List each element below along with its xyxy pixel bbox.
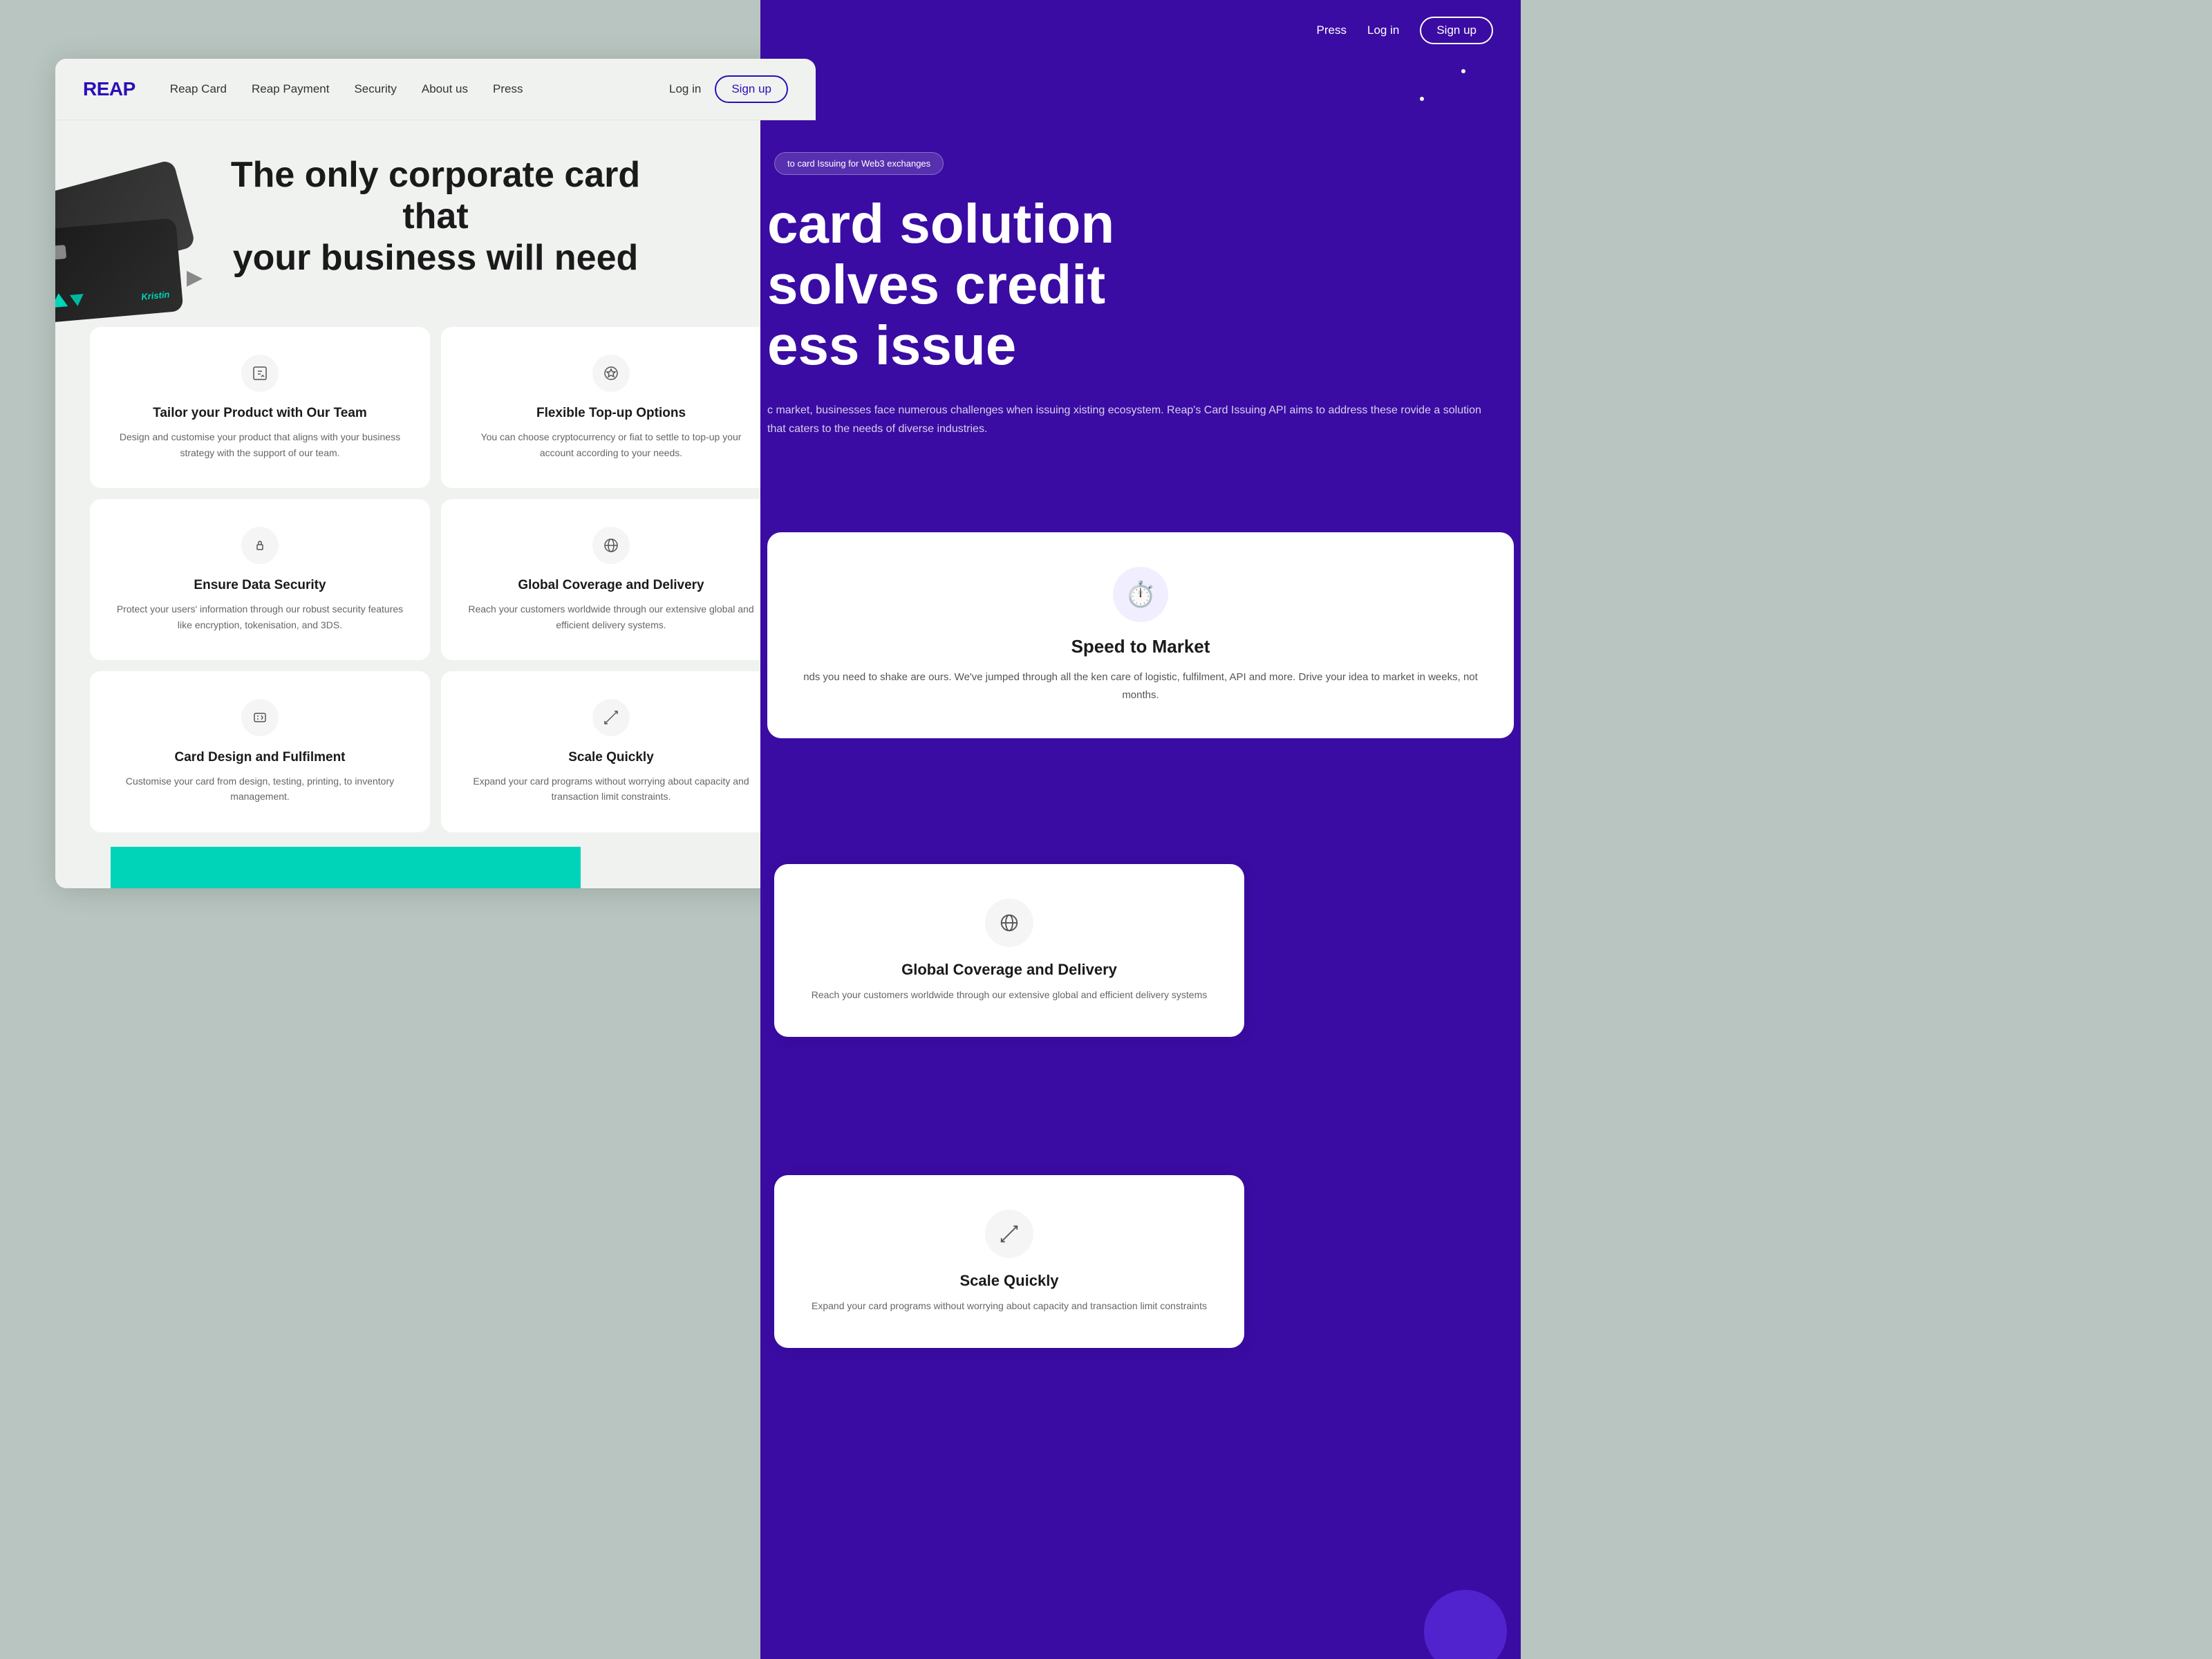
signup-button[interactable]: Sign up: [715, 75, 788, 103]
scale-quickly-card: Scale Quickly Expand your card programs …: [774, 1175, 1244, 1348]
card-logo-triangle-2: [70, 294, 84, 307]
card-logo: [55, 291, 84, 308]
nav-about-us[interactable]: About us: [422, 82, 468, 96]
feature-grid: Tailor your Product with Our Team Design…: [55, 327, 816, 859]
tailor-title: Tailor your Product with Our Team: [153, 406, 367, 421]
speed-desc: nds you need to shake are ours. We've ju…: [795, 668, 1486, 704]
speed-to-market-card: ⏱️ Speed to Market nds you need to shake…: [767, 532, 1514, 738]
navbar: REAP Reap Card Reap Payment Security Abo…: [55, 59, 816, 120]
right-hero-title-2: solves credit: [767, 254, 1514, 315]
tailor-icon: [241, 355, 279, 392]
card-front: Kristin: [55, 218, 183, 324]
global-desc: Reach your customers worldwide through o…: [463, 601, 759, 632]
teal-bar: [111, 847, 581, 888]
global-coverage-title: Global Coverage and Delivery: [802, 961, 1217, 979]
nav-reap-payment[interactable]: Reap Payment: [252, 82, 329, 96]
scale-icon: [592, 699, 630, 736]
badge-pill: to card Issuing for Web3 exchanges: [774, 152, 944, 175]
flexible-title: Flexible Top-up Options: [536, 406, 686, 421]
right-hero-title-1: card solution: [767, 194, 1514, 254]
design-desc: Customise your card from design, testing…: [112, 774, 408, 805]
global-coverage-desc: Reach your customers worldwide through o…: [802, 987, 1217, 1002]
flexible-icon: [592, 355, 630, 392]
star-2: [1420, 97, 1424, 101]
login-button[interactable]: Log in: [669, 82, 701, 96]
hero-section: Kristin ▶ The only corporate card that y…: [55, 120, 816, 327]
scale-title: Scale Quickly: [568, 750, 654, 765]
global-delivery-icon: [592, 527, 630, 564]
scale-quickly-icon: [985, 1210, 1033, 1258]
security-title: Ensure Data Security: [194, 578, 326, 593]
nav-actions: Log in Sign up: [669, 75, 788, 103]
card-logo-triangle-1: [55, 292, 68, 308]
logo: REAP: [83, 78, 135, 100]
right-navbar: Press Log in Sign up: [760, 0, 1521, 61]
security-icon: [241, 527, 279, 564]
purple-circle-decoration: [1424, 1590, 1507, 1659]
nav-press[interactable]: Press: [493, 82, 523, 96]
scale-quickly-desc: Expand your card programs without worryi…: [802, 1298, 1217, 1313]
card-chip: [55, 245, 66, 260]
scale-desc: Expand your card programs without worryi…: [463, 774, 759, 805]
main-container: REAP Reap Card Reap Payment Security Abo…: [55, 59, 816, 888]
right-signup-button[interactable]: Sign up: [1420, 17, 1493, 44]
star-1: [1461, 69, 1465, 73]
nav-reap-card[interactable]: Reap Card: [170, 82, 227, 96]
tailor-desc: Design and customise your product that a…: [112, 429, 408, 460]
card-decoration: Kristin ▶: [55, 176, 228, 397]
global-title: Global Coverage and Delivery: [518, 578, 704, 593]
global-coverage-icon: [985, 899, 1033, 947]
feature-card-scale: Scale Quickly Expand your card programs …: [441, 671, 781, 832]
card-arrow-icon: ▶: [187, 265, 203, 290]
right-body-text: c market, businesses face numerous chall…: [767, 401, 1500, 438]
design-icon: [241, 699, 279, 736]
nav-security[interactable]: Security: [354, 82, 396, 96]
scale-quickly-title: Scale Quickly: [802, 1272, 1217, 1290]
speed-title: Speed to Market: [795, 636, 1486, 657]
right-hero-title-3: ess issue: [767, 315, 1514, 376]
right-hero-section: card solution solves credit ess issue: [767, 194, 1514, 376]
speedometer-icon: ⏱️: [1113, 567, 1168, 622]
card-name: Kristin: [141, 289, 170, 302]
feature-card-security: Ensure Data Security Protect your users'…: [90, 499, 430, 660]
global-coverage-card: Global Coverage and Delivery Reach your …: [774, 864, 1244, 1037]
feature-card-global: Global Coverage and Delivery Reach your …: [441, 499, 781, 660]
feature-card-design: Card Design and Fulfilment Customise you…: [90, 671, 430, 832]
nav-links: Reap Card Reap Payment Security About us…: [170, 82, 669, 96]
feature-card-flexible: Flexible Top-up Options You can choose c…: [441, 327, 781, 488]
right-nav-press[interactable]: Press: [1317, 24, 1347, 37]
security-desc: Protect your users' information through …: [112, 601, 408, 632]
flexible-desc: You can choose cryptocurrency or fiat to…: [463, 429, 759, 460]
right-login-button[interactable]: Log in: [1367, 24, 1399, 37]
right-panel: Press Log in Sign up to card Issuing for…: [760, 0, 1521, 1659]
design-title: Card Design and Fulfilment: [174, 750, 345, 765]
hero-title: The only corporate card that your busine…: [228, 155, 643, 279]
card-logo-shape: [55, 291, 84, 308]
